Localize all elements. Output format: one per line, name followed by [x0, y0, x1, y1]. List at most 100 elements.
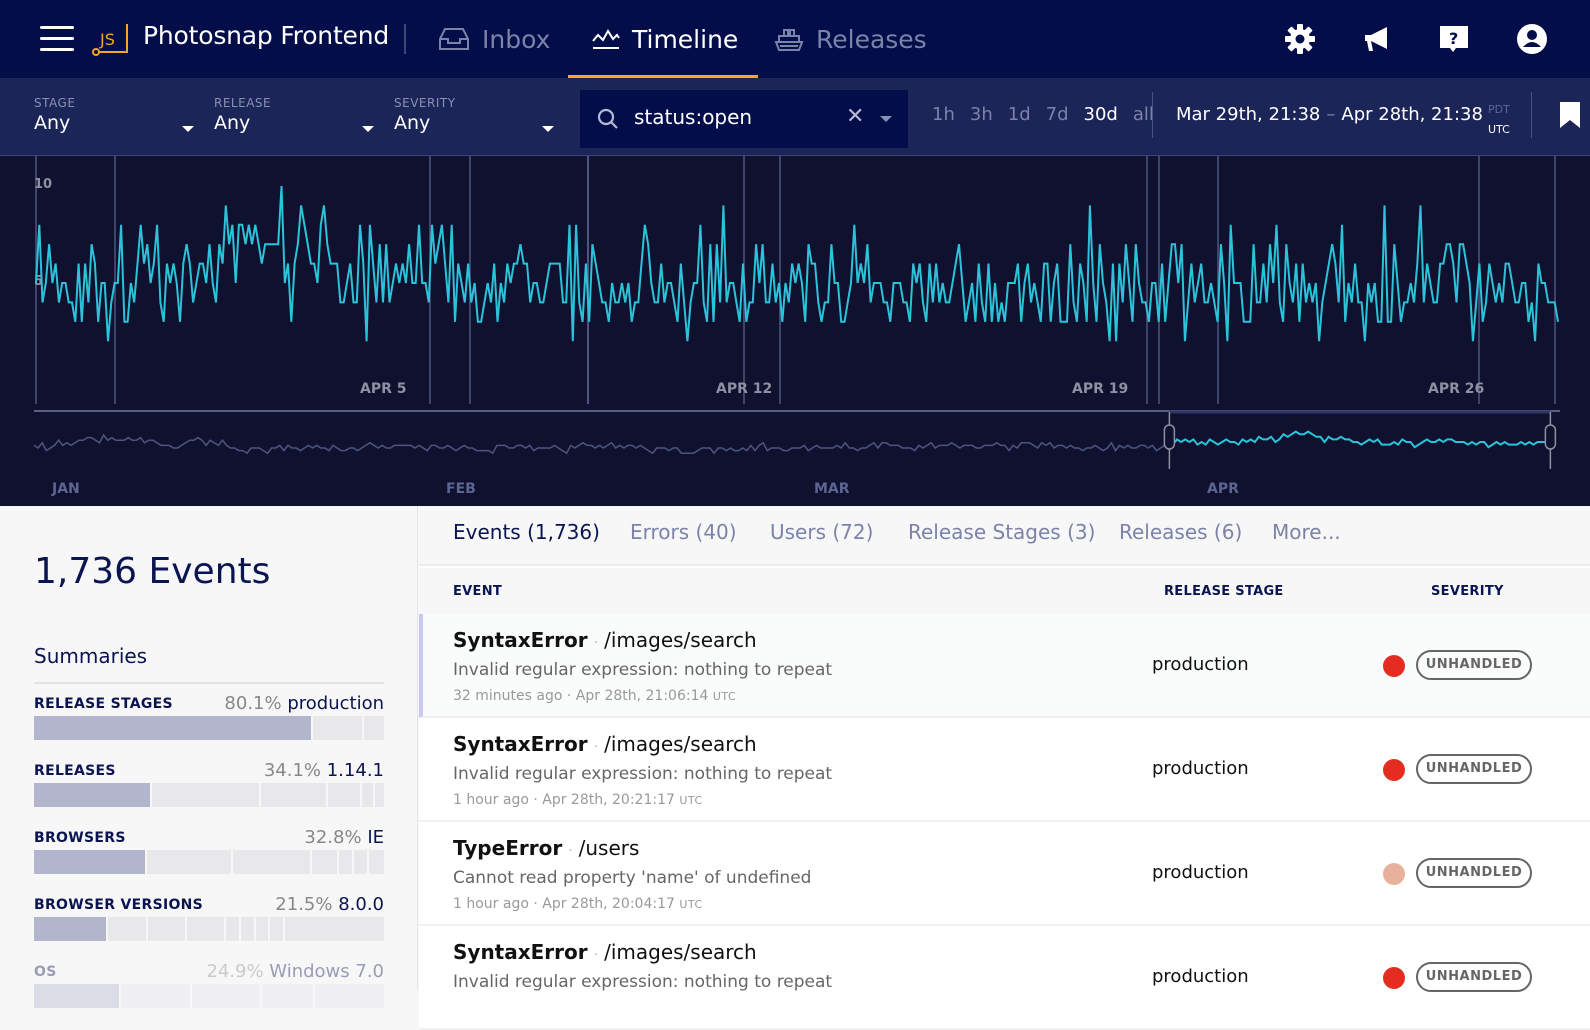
- event-title[interactable]: SyntaxError · /images/search: [453, 940, 757, 964]
- column-event[interactable]: EVENT: [453, 584, 502, 599]
- summary-item[interactable]: RELEASE STAGES 80.1% production: [34, 693, 384, 756]
- event-title[interactable]: SyntaxError · /images/search: [453, 732, 757, 756]
- event-release-stage: production: [1152, 862, 1249, 883]
- event-title[interactable]: TypeError · /users: [453, 836, 639, 860]
- event-row[interactable]: SyntaxError · /images/search Invalid regula…: [419, 614, 1590, 718]
- summary-bar-segment[interactable]: [191, 984, 261, 1008]
- summary-bar-segment[interactable]: [34, 984, 120, 1008]
- summary-bar-segment[interactable]: [354, 850, 368, 874]
- gear-icon: [1285, 24, 1315, 54]
- separator-dot: ·: [533, 792, 538, 808]
- summary-bar-segment[interactable]: [34, 850, 145, 874]
- summary-bar-segment[interactable]: [284, 917, 384, 941]
- summary-bar-segment[interactable]: [369, 850, 384, 874]
- nav-tab-releases[interactable]: Releases: [774, 0, 927, 78]
- stage-filter[interactable]: STAGE Any: [34, 96, 194, 140]
- tab-releases[interactable]: Releases (6): [1119, 520, 1242, 544]
- event-row[interactable]: SyntaxError · /images/search Invalid regula…: [419, 926, 1590, 1030]
- summary-distribution-bar[interactable]: [34, 984, 384, 1008]
- summary-distribution-bar[interactable]: [34, 783, 384, 807]
- event-release-stage: production: [1152, 654, 1249, 675]
- summary-bar-segment[interactable]: [241, 917, 255, 941]
- summary-bar-segment[interactable]: [121, 984, 190, 1008]
- brush-handle-left[interactable]: [1163, 424, 1176, 450]
- summary-distribution-bar[interactable]: [34, 917, 384, 941]
- announcements-button[interactable]: [1359, 21, 1395, 57]
- summary-bar-segment[interactable]: [312, 850, 338, 874]
- timezone-toggle[interactable]: PDT UTC: [1488, 100, 1510, 140]
- column-severity[interactable]: SEVERITY: [1431, 584, 1504, 599]
- nav-tab-inbox[interactable]: Inbox: [438, 0, 550, 78]
- project-name[interactable]: Photosnap Frontend: [143, 21, 389, 50]
- event-message: Invalid regular expression: nothing to r…: [453, 972, 833, 992]
- event-row[interactable]: TypeError · /users Cannot read property 'na…: [419, 822, 1590, 926]
- summary-bar-segment[interactable]: [362, 783, 374, 807]
- summary-item[interactable]: BROWSER VERSIONS 21.5% 8.0.0: [34, 894, 384, 957]
- summary-bar-segment[interactable]: [261, 783, 326, 807]
- summary-bar-segment[interactable]: [34, 783, 150, 807]
- summary-bar-segment[interactable]: [232, 850, 311, 874]
- summary-bar-segment[interactable]: [151, 783, 260, 807]
- range-30d[interactable]: 30d: [1084, 104, 1118, 125]
- timezone-utc[interactable]: UTC: [1488, 120, 1510, 140]
- summary-bar-segment[interactable]: [146, 850, 231, 874]
- brush-handle-right[interactable]: [1544, 424, 1557, 450]
- summary-bar-segment[interactable]: [270, 917, 283, 941]
- summary-bar-segment[interactable]: [315, 984, 384, 1008]
- tab-more[interactable]: More...: [1272, 520, 1341, 544]
- range-1d[interactable]: 1d: [1008, 104, 1031, 125]
- severity-filter[interactable]: SEVERITY Any: [394, 96, 554, 140]
- nav-tab-label: Inbox: [482, 24, 551, 54]
- summary-bar-segment[interactable]: [262, 984, 314, 1008]
- summary-bar-segment[interactable]: [34, 716, 312, 740]
- summary-bar-segment[interactable]: [34, 917, 106, 941]
- timezone-pdt[interactable]: PDT: [1488, 100, 1510, 120]
- tab-events[interactable]: Events (1,736): [453, 520, 600, 544]
- summary-distribution-bar[interactable]: [34, 850, 384, 874]
- range-7d[interactable]: 7d: [1046, 104, 1069, 125]
- event-message: Invalid regular expression: nothing to r…: [453, 764, 833, 784]
- project-logo[interactable]: JS: [91, 22, 131, 58]
- summary-bar-segment[interactable]: [256, 917, 269, 941]
- event-title[interactable]: SyntaxError · /images/search: [453, 628, 757, 652]
- date-range[interactable]: Mar 29th, 21:38– Apr 28th, 21:38: [1176, 104, 1483, 125]
- range-1h[interactable]: 1h: [932, 104, 955, 125]
- summary-bar-segment[interactable]: [107, 917, 146, 941]
- event-row[interactable]: SyntaxError · /images/search Invalid regula…: [419, 718, 1590, 822]
- search-query[interactable]: status:open: [634, 105, 752, 129]
- summary-bar-segment[interactable]: [187, 917, 224, 941]
- column-release-stage[interactable]: RELEASE STAGE: [1164, 584, 1284, 599]
- help-button[interactable]: ?: [1436, 21, 1472, 57]
- summary-top-value: 8.0.0: [338, 894, 384, 915]
- summary-bar-segment[interactable]: [147, 917, 186, 941]
- tab-errors[interactable]: Errors (40): [630, 520, 737, 544]
- summary-bar-segment[interactable]: [363, 716, 384, 740]
- user-account-button[interactable]: [1514, 21, 1550, 57]
- tab-release-stages[interactable]: Release Stages (3): [908, 520, 1095, 544]
- summary-bar-segment[interactable]: [375, 783, 384, 807]
- tab-users[interactable]: Users (72): [770, 520, 873, 544]
- settings-button[interactable]: [1282, 21, 1318, 57]
- search-input[interactable]: status:open ✕: [580, 90, 908, 148]
- timeline-chart-svg[interactable]: 10 5 APR 5 APR 12 APR 19 APR 26 JAN FEB …: [0, 156, 1590, 506]
- x-tick-label: APR 12: [716, 381, 772, 397]
- release-filter-value: Any: [214, 112, 251, 134]
- range-all[interactable]: all: [1133, 104, 1154, 125]
- bookmark-icon[interactable]: [1560, 102, 1580, 128]
- summary-distribution-bar[interactable]: [34, 716, 384, 740]
- summary-item[interactable]: OS 24.9% Windows 7.0: [34, 961, 384, 1024]
- search-dropdown-icon[interactable]: [880, 116, 892, 122]
- nav-tab-timeline[interactable]: Timeline: [567, 0, 759, 78]
- range-3h[interactable]: 3h: [970, 104, 993, 125]
- summary-bar-segment[interactable]: [313, 716, 362, 740]
- timeline-chart[interactable]: 10 5 APR 5 APR 12 APR 19 APR 26 JAN FEB …: [0, 156, 1590, 506]
- summary-bar-segment[interactable]: [339, 850, 353, 874]
- summary-bar-segment[interactable]: [327, 783, 361, 807]
- menu-button[interactable]: [40, 26, 74, 52]
- release-filter[interactable]: RELEASE Any: [214, 96, 374, 140]
- event-timestamp: 32 minutes ago · Apr 28th, 21:06:14 UTC: [453, 688, 736, 704]
- summary-item[interactable]: RELEASES 34.1% 1.14.1: [34, 760, 384, 823]
- clear-search-icon[interactable]: ✕: [846, 104, 864, 129]
- summary-item[interactable]: BROWSERS 32.8% IE: [34, 827, 384, 890]
- summary-bar-segment[interactable]: [226, 917, 240, 941]
